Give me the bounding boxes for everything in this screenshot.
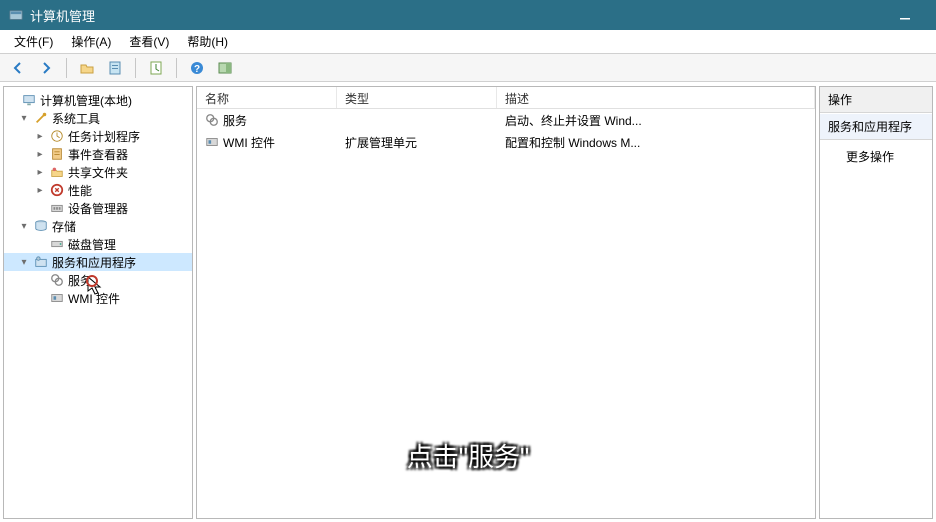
actions-more-label: 更多操作 xyxy=(846,148,894,165)
chevron-down-icon[interactable] xyxy=(6,94,18,106)
device-icon xyxy=(49,200,65,216)
tree-item-shared-folders[interactable]: ▸ 共享文件夹 xyxy=(4,163,192,181)
event-icon xyxy=(49,146,65,162)
menu-help[interactable]: 帮助(H) xyxy=(179,30,236,53)
chevron-right-icon[interactable]: ▸ xyxy=(34,166,46,178)
storage-icon xyxy=(33,218,49,234)
perf-icon xyxy=(49,182,65,198)
column-desc[interactable]: 描述 xyxy=(497,87,815,108)
cell-type: 扩展管理单元 xyxy=(337,134,497,151)
menu-file[interactable]: 文件(F) xyxy=(6,30,61,53)
actions-pane: 操作 服务和应用程序 更多操作 xyxy=(819,86,933,519)
svg-text:?: ? xyxy=(194,64,200,75)
back-button[interactable] xyxy=(6,57,30,79)
tree-item-event-viewer[interactable]: ▸ 事件查看器 xyxy=(4,145,192,163)
tree-label: 设备管理器 xyxy=(68,200,128,217)
cell-name: 服务 xyxy=(223,112,247,129)
chevron-right-icon[interactable]: ▸ xyxy=(34,148,46,160)
tree-pane[interactable]: 计算机管理(本地) ▾ 系统工具 ▸ 任务计划程序 ▸ 事件查看器 ▸ 共享文件… xyxy=(3,86,193,519)
tree-item-device-manager[interactable]: 设备管理器 xyxy=(4,199,192,217)
content-body: 计算机管理(本地) ▾ 系统工具 ▸ 任务计划程序 ▸ 事件查看器 ▸ 共享文件… xyxy=(0,82,936,522)
actions-more[interactable]: 更多操作 xyxy=(820,140,932,173)
toolbar-sep xyxy=(66,58,67,78)
window-title: 计算机管理 xyxy=(30,6,882,25)
menubar: 文件(F) 操作(A) 查看(V) 帮助(H) xyxy=(0,30,936,54)
tree-item-services[interactable]: 服务 xyxy=(4,271,192,289)
tree-label: 存储 xyxy=(52,218,76,235)
tree-label: 服务 xyxy=(68,272,92,289)
refresh-button[interactable] xyxy=(144,57,168,79)
menu-view[interactable]: 查看(V) xyxy=(121,30,177,53)
minimize-button[interactable] xyxy=(882,0,928,30)
tree-group-system-tools[interactable]: ▾ 系统工具 xyxy=(4,109,192,127)
chevron-right-icon[interactable]: ▸ xyxy=(34,184,46,196)
tree-root[interactable]: 计算机管理(本地) xyxy=(4,91,192,109)
app-icon xyxy=(8,7,24,23)
service-icon xyxy=(49,272,65,288)
help-button[interactable]: ? xyxy=(185,57,209,79)
tree-item-disk-management[interactable]: 磁盘管理 xyxy=(4,235,192,253)
cell-desc: 启动、终止并设置 Wind... xyxy=(497,112,815,129)
spacer xyxy=(34,238,46,250)
tree-item-task-scheduler[interactable]: ▸ 任务计划程序 xyxy=(4,127,192,145)
column-type[interactable]: 类型 xyxy=(337,87,497,108)
list-body[interactable]: 服务 启动、终止并设置 Wind... WMI 控件 扩展管理单元 配置和控制 … xyxy=(197,109,815,518)
list-row-wmi[interactable]: WMI 控件 扩展管理单元 配置和控制 Windows M... xyxy=(197,131,815,153)
spacer xyxy=(34,202,46,214)
tree-group-storage[interactable]: ▾ 存储 xyxy=(4,217,192,235)
spacer xyxy=(34,292,46,304)
tree-label: 事件查看器 xyxy=(68,146,128,163)
cell-name: WMI 控件 xyxy=(223,134,275,151)
share-icon xyxy=(49,164,65,180)
tree-label: 性能 xyxy=(68,182,92,199)
chevron-down-icon[interactable]: ▾ xyxy=(18,220,30,232)
tree-root-label: 计算机管理(本地) xyxy=(40,92,132,109)
tree-item-performance[interactable]: ▸ 性能 xyxy=(4,181,192,199)
chevron-down-icon[interactable]: ▾ xyxy=(18,256,30,268)
tree-label: 任务计划程序 xyxy=(68,128,140,145)
properties-button[interactable] xyxy=(103,57,127,79)
clock-icon xyxy=(49,128,65,144)
list-header: 名称 类型 描述 xyxy=(197,87,815,109)
wmi-icon xyxy=(49,290,65,306)
forward-button[interactable] xyxy=(34,57,58,79)
disk-icon xyxy=(49,236,65,252)
menu-action[interactable]: 操作(A) xyxy=(63,30,119,53)
chevron-right-icon[interactable]: ▸ xyxy=(34,130,46,142)
tree-item-wmi[interactable]: WMI 控件 xyxy=(4,289,192,307)
tree-label: 系统工具 xyxy=(52,110,100,127)
tree-label: WMI 控件 xyxy=(68,290,120,307)
show-hide-button[interactable] xyxy=(213,57,237,79)
tree-label: 磁盘管理 xyxy=(68,236,116,253)
actions-header: 操作 xyxy=(820,87,932,113)
toolbar: ? xyxy=(0,54,936,82)
titlebar: 计算机管理 xyxy=(0,0,936,30)
actions-section: 服务和应用程序 xyxy=(820,113,932,140)
services-app-icon xyxy=(33,254,49,270)
folder-up-button[interactable] xyxy=(75,57,99,79)
tree-label: 共享文件夹 xyxy=(68,164,128,181)
service-icon xyxy=(205,113,219,127)
computer-icon xyxy=(21,92,37,108)
chevron-down-icon[interactable]: ▾ xyxy=(18,112,30,124)
column-name[interactable]: 名称 xyxy=(197,87,337,108)
tree-group-services-apps[interactable]: ▾ 服务和应用程序 xyxy=(4,253,192,271)
tools-icon xyxy=(33,110,49,126)
list-pane: 名称 类型 描述 服务 启动、终止并设置 Wind... WMI 控件 扩展管理… xyxy=(196,86,816,519)
list-row-services[interactable]: 服务 启动、终止并设置 Wind... xyxy=(197,109,815,131)
cell-desc: 配置和控制 Windows M... xyxy=(497,134,815,151)
toolbar-sep xyxy=(135,58,136,78)
spacer xyxy=(34,274,46,286)
tree-label: 服务和应用程序 xyxy=(52,254,136,271)
wmi-icon xyxy=(205,135,219,149)
toolbar-sep xyxy=(176,58,177,78)
